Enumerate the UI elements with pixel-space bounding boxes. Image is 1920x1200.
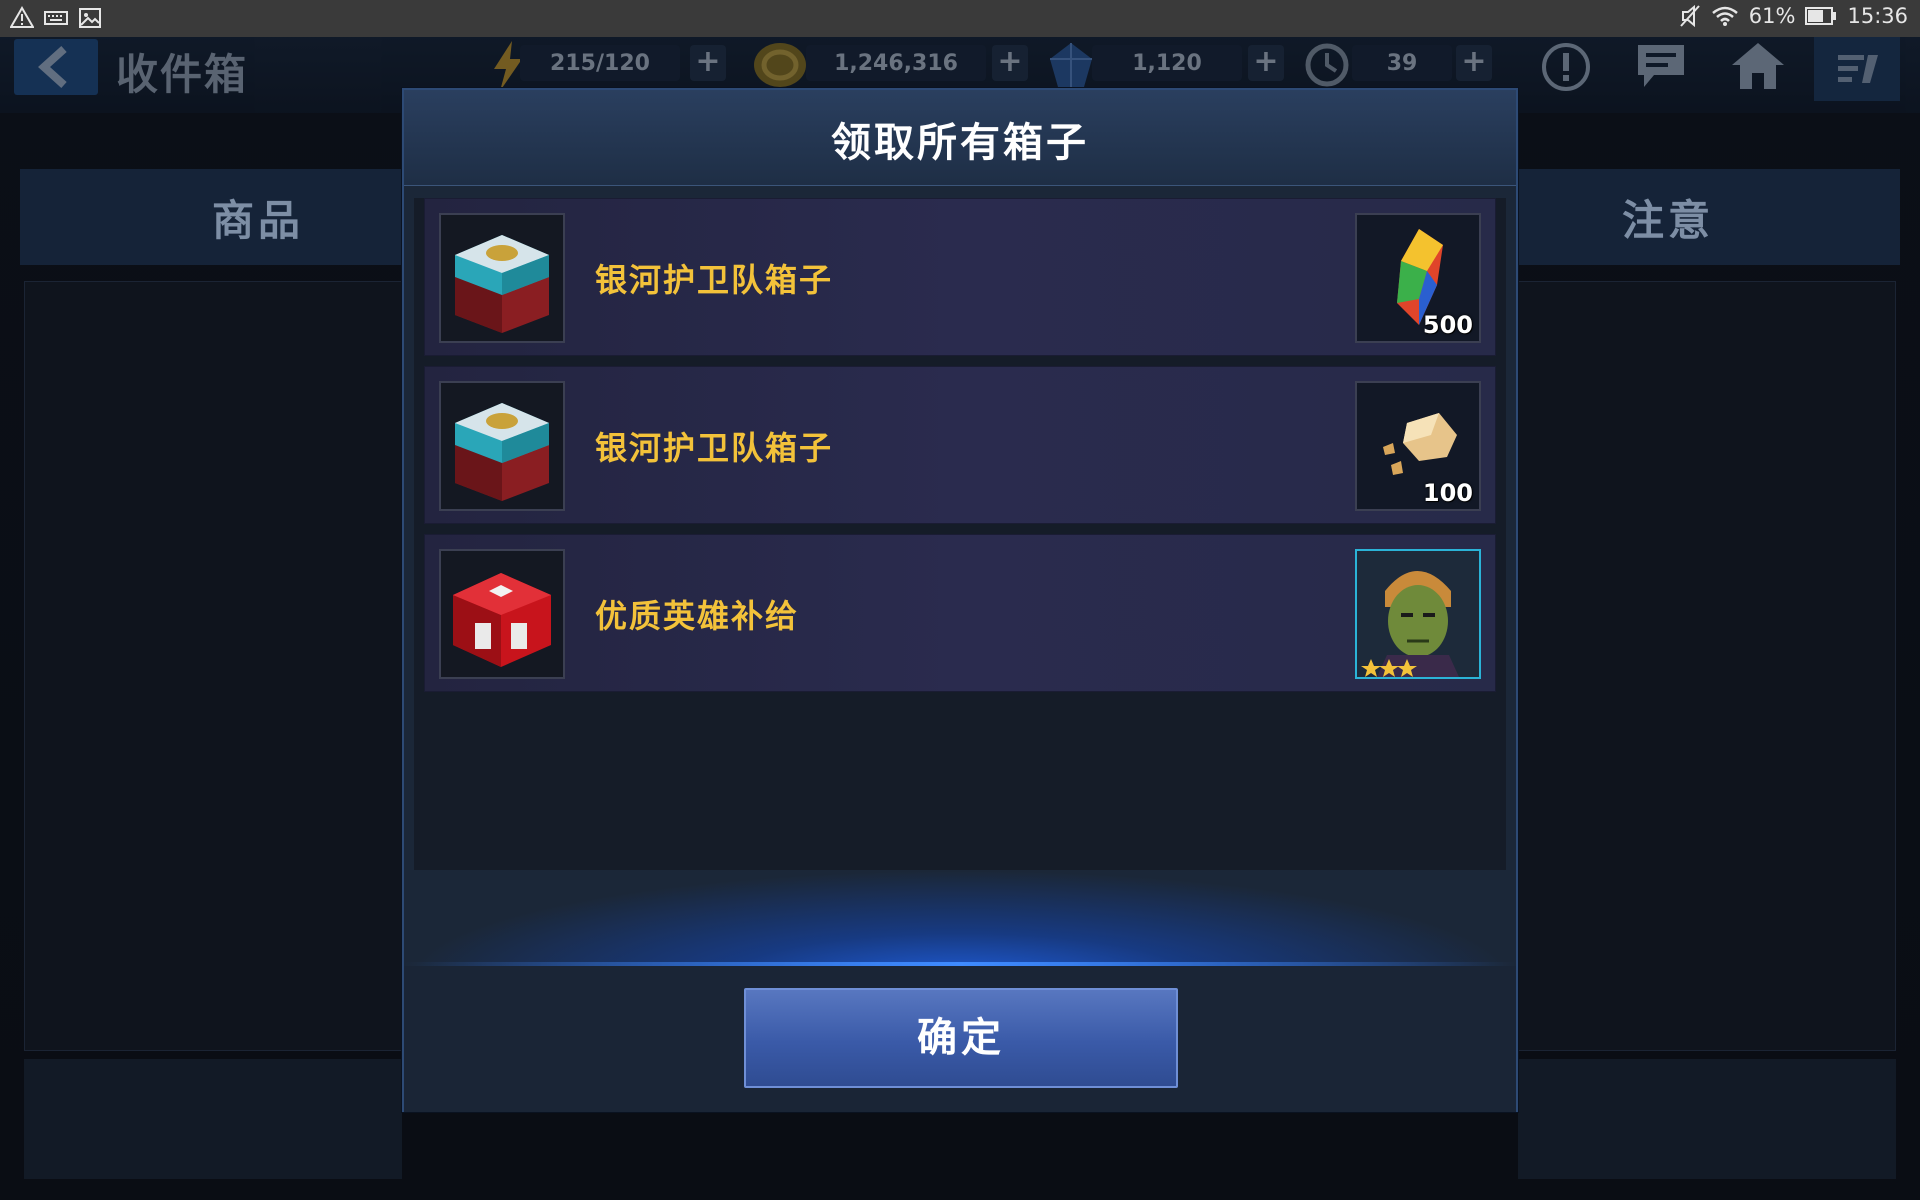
background-panel-right [1518,281,1896,1051]
menu-button[interactable] [1814,37,1900,101]
back-button[interactable] [14,39,98,95]
gold-resource: 1,246,316 + [752,41,1032,87]
crystal-icon [1050,43,1092,87]
list-item[interactable]: 银河护卫队箱子 100 [424,366,1496,524]
reward-slot: 500 [1355,213,1481,343]
reward-quantity: 500 [1422,311,1473,339]
timer-icon [1305,43,1349,87]
warning-icon [10,6,34,28]
reward-quantity: 100 [1422,479,1473,507]
crate-name: 优质英雄补给 [595,597,800,635]
energy-resource: 215/120 + [490,41,730,91]
units-plus-button[interactable]: + [1248,45,1284,81]
chat-icon[interactable] [1634,41,1688,91]
battery-percent: 61% [1748,4,1796,28]
gold-plus-button[interactable]: + [992,45,1028,81]
background-panel-left [24,281,402,1051]
back-arrow-icon [38,46,67,88]
items-column-label: 商品 [212,196,305,245]
confirm-button[interactable]: 确定 [744,988,1178,1088]
battery-icon [1805,7,1837,25]
background-footer-right [1518,1059,1896,1179]
list-item[interactable]: 银河护卫队箱子 500 [424,198,1496,356]
gold-value: 1,246,316 [834,51,958,76]
timer-resource: 39 + [1304,41,1494,87]
crate-list: 银河护卫队箱子 500 银河护卫队箱子 100 优质英雄补给 [414,198,1506,870]
dialog-title: 领取所有箱子 [831,120,1089,166]
menu-icon [1838,55,1878,83]
items-column-header [20,169,402,265]
energy-value: 215/120 [550,51,650,76]
gotg-crate-icon [455,403,549,501]
claim-all-dialog: 领取所有箱子 银河护卫队箱子 500 银河护卫队箱子 100 优质英雄补给 确定 [402,88,1518,1112]
timer-value: 39 [1386,51,1418,76]
home-icon[interactable] [1730,41,1786,91]
energy-plus-button[interactable]: + [690,45,726,81]
units-resource: 1,120 + [1048,41,1288,87]
notice-column-label: 注意 [1622,196,1715,245]
reward-slot: 100 [1355,381,1481,511]
background-footer-left [24,1059,402,1179]
wifi-icon [1711,6,1738,26]
image-icon [79,8,101,28]
dialog-title-bar: 领取所有箱子 [404,90,1516,186]
mute-icon [1680,4,1700,28]
hero-portrait-icon [1357,551,1479,677]
gotg-crate-icon [455,235,549,333]
units-value: 1,120 [1132,51,1202,76]
crate-slot [439,381,565,511]
clock: 15:36 [1847,4,1908,28]
page-title: 收件箱 [116,50,249,99]
crate-slot [439,549,565,679]
keyboard-icon [44,11,68,25]
premium-hero-crate-icon [453,573,551,667]
status-bar: 61% 15:36 [0,0,1920,37]
crate-name: 银河护卫队箱子 [595,261,834,299]
crate-slot [439,213,565,343]
alert-icon[interactable] [1540,41,1592,93]
reward-slot [1355,549,1481,679]
list-item[interactable]: 优质英雄补给 [424,534,1496,692]
timer-plus-button[interactable]: + [1456,45,1492,81]
gold-icon [754,43,806,87]
crate-name: 银河护卫队箱子 [595,429,834,467]
